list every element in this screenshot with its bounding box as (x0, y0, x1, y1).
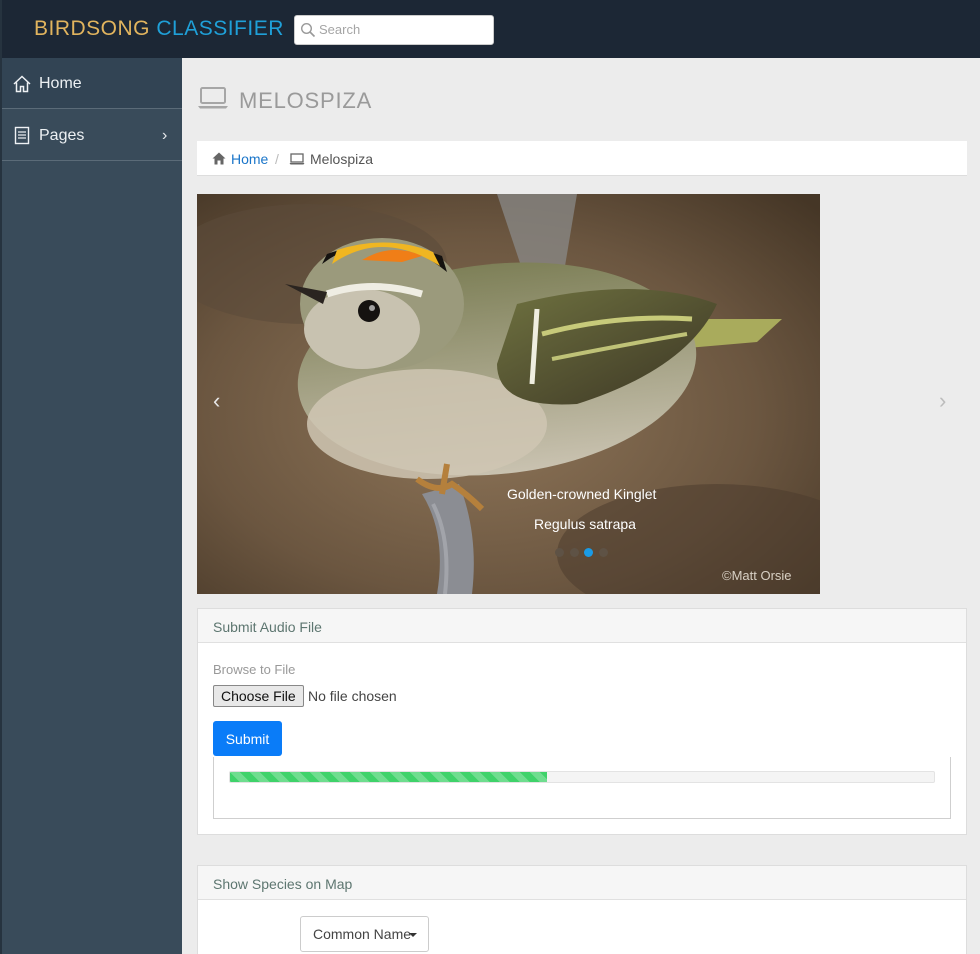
submit-button[interactable]: Submit (213, 721, 282, 756)
app-brand[interactable]: BIRDSONG CLASSIFIER (34, 17, 284, 41)
search-box (294, 15, 494, 45)
breadcrumb: Home / Melospiza (197, 141, 967, 176)
progress-bar (229, 771, 935, 783)
caret-down-icon (409, 933, 417, 937)
progress-container (213, 757, 951, 819)
sidebar: Home Pages › (0, 58, 182, 954)
search-icon (300, 22, 316, 38)
species-map-panel: Show Species on Map Common Name (197, 865, 967, 954)
top-navbar: BIRDSONG CLASSIFIER (0, 0, 980, 58)
carousel-indicator[interactable] (555, 548, 564, 557)
choose-file-button[interactable]: Choose File (213, 685, 304, 707)
home-icon (212, 152, 226, 165)
carousel-indicator[interactable] (599, 548, 608, 557)
sidebar-item-pages[interactable]: Pages › (2, 110, 182, 161)
page-title: MELOSPIZA (239, 88, 373, 113)
browse-label: Browse to File (213, 662, 296, 677)
caption-scientific-name: Regulus satrapa (534, 516, 636, 532)
file-status: No file chosen (308, 688, 397, 704)
carousel-slide: Golden-crowned Kinglet Regulus satrapa ©… (197, 194, 820, 594)
carousel-indicator-active[interactable] (584, 548, 593, 557)
name-type-dropdown[interactable]: Common Name (300, 916, 429, 952)
progress-bar-fill (230, 772, 547, 782)
image-carousel: Golden-crowned Kinglet Regulus satrapa ©… (197, 194, 967, 594)
panel-header: Submit Audio File (198, 609, 966, 643)
carousel-indicator[interactable] (570, 548, 579, 557)
laptop-icon (289, 153, 305, 165)
chevron-right-icon: › (162, 127, 168, 144)
laptop-icon (198, 87, 228, 109)
home-icon (13, 75, 31, 93)
dropdown-label: Common Name (313, 926, 412, 942)
photo-credit: ©Matt Orsie (722, 568, 792, 583)
submit-audio-panel: Submit Audio File Browse to File Choose … (197, 608, 967, 835)
carousel-next-button[interactable]: › (939, 388, 946, 414)
panel-title: Submit Audio File (213, 619, 322, 635)
search-input[interactable] (319, 22, 489, 37)
breadcrumb-current: Melospiza (310, 151, 374, 167)
sidebar-item-label: Home (39, 75, 82, 92)
document-icon (14, 126, 30, 145)
sidebar-item-home[interactable]: Home (2, 58, 182, 109)
sidebar-item-label: Pages (39, 127, 85, 144)
carousel-prev-button[interactable]: ‹ (213, 388, 220, 414)
panel-title: Show Species on Map (213, 876, 353, 892)
brand-word-1: BIRDSONG (34, 17, 151, 40)
breadcrumb-separator: / (275, 151, 279, 167)
panel-header: Show Species on Map (198, 866, 966, 900)
caption-common-name: Golden-crowned Kinglet (507, 486, 657, 502)
bird-photo (197, 194, 820, 594)
brand-word-2: CLASSIFIER (156, 17, 284, 40)
breadcrumb-home-link[interactable]: Home (231, 151, 268, 167)
